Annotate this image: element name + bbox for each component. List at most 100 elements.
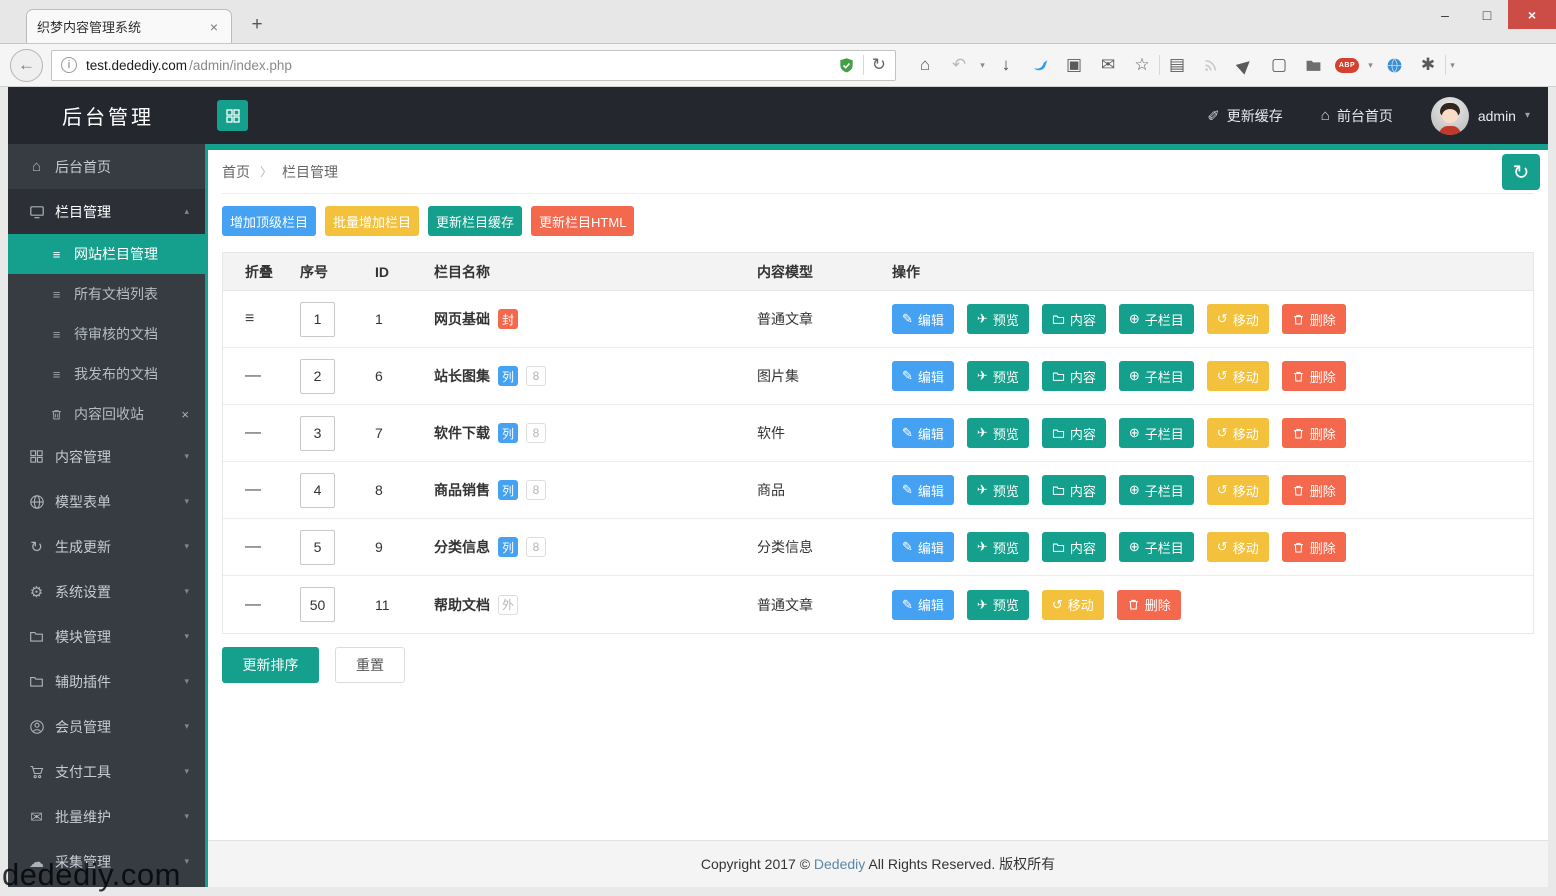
sidebar-item-batch[interactable]: ✉ 批量维护 ▾ [8, 794, 205, 839]
collapse-icon[interactable]: — [245, 596, 261, 613]
preview-button[interactable]: ✈预览 [967, 304, 1029, 334]
adblock-icon[interactable]: ABP [1330, 58, 1364, 73]
star-icon[interactable]: ☆ [1125, 55, 1159, 75]
content-button[interactable]: 内容 [1042, 418, 1106, 448]
edit-button[interactable]: ✎编辑 [892, 475, 954, 505]
browser-tab[interactable]: 织梦内容管理系统 × [26, 9, 232, 43]
sidebar-item-generate[interactable]: ↻ 生成更新 ▾ [8, 524, 205, 569]
undo-dropdown-icon[interactable]: ▾ [976, 60, 989, 71]
refresh-cache-link[interactable]: ✐ 更新缓存 [1207, 106, 1283, 126]
window-maximize-button[interactable]: □ [1466, 0, 1508, 29]
sidebar-item-system-settings[interactable]: ⚙ 系统设置 ▾ [8, 569, 205, 614]
order-input[interactable] [300, 473, 335, 508]
new-tab-button[interactable]: + [242, 14, 272, 36]
rss-icon[interactable] [1194, 57, 1228, 73]
sidebar-item-members[interactable]: 会员管理 ▾ [8, 704, 205, 749]
collapse-icon[interactable]: — [245, 481, 261, 498]
send-icon[interactable]: ▶ [1228, 55, 1262, 75]
sidebar-item-pending-docs[interactable]: ≡ 待审核的文档 [8, 314, 205, 354]
sidebar-item-my-docs[interactable]: ≡ 我发布的文档 [8, 354, 205, 394]
delete-button[interactable]: 删除 [1282, 475, 1346, 505]
preview-button[interactable]: ✈预览 [967, 361, 1029, 391]
clipboard-icon[interactable]: ▤ [1160, 55, 1194, 75]
subcolumn-button[interactable]: ⊕子栏目 [1119, 418, 1194, 448]
mail-icon[interactable]: ✉ [1091, 55, 1125, 75]
move-button[interactable]: ↺移动 [1207, 532, 1269, 562]
order-input[interactable] [300, 302, 335, 337]
column-name[interactable]: 分类信息 [434, 537, 490, 557]
add-top-column-button[interactable]: 增加顶级栏目 [222, 206, 316, 236]
move-button[interactable]: ↺移动 [1207, 418, 1269, 448]
dictionary-icon[interactable]: ▣ [1057, 55, 1091, 75]
sidebar-item-all-docs[interactable]: ≡ 所有文档列表 [8, 274, 205, 314]
close-icon[interactable]: × [181, 407, 189, 422]
content-button[interactable]: 内容 [1042, 532, 1106, 562]
content-button[interactable]: 内容 [1042, 361, 1106, 391]
sidebar-item-recycle-bin[interactable]: 内容回收站 × [8, 394, 205, 434]
column-name[interactable]: 软件下载 [434, 423, 490, 443]
collapse-icon[interactable]: — [245, 538, 261, 555]
delete-button[interactable]: 删除 [1282, 304, 1346, 334]
order-input[interactable] [300, 359, 335, 394]
move-button[interactable]: ↺移动 [1207, 475, 1269, 505]
column-name[interactable]: 帮助文档 [434, 595, 490, 615]
tab-close-icon[interactable]: × [207, 19, 221, 35]
delete-button[interactable]: 删除 [1282, 532, 1346, 562]
breadcrumb-home[interactable]: 首页 [222, 162, 250, 182]
subcolumn-button[interactable]: ⊕子栏目 [1119, 475, 1194, 505]
apps-grid-button[interactable] [217, 100, 248, 131]
edit-button[interactable]: ✎编辑 [892, 361, 954, 391]
drag-handle-icon[interactable]: ≡ [245, 310, 254, 327]
collapse-icon[interactable]: — [245, 424, 261, 441]
edit-button[interactable]: ✎编辑 [892, 590, 954, 620]
edit-button[interactable]: ✎编辑 [892, 304, 954, 334]
back-button[interactable]: ← [10, 49, 43, 82]
footer-brand-link[interactable]: Dedediy [814, 856, 865, 872]
preview-button[interactable]: ✈预览 [967, 475, 1029, 505]
content-button[interactable]: 内容 [1042, 304, 1106, 334]
edit-button[interactable]: ✎编辑 [892, 532, 954, 562]
column-name[interactable]: 网页基础 [434, 309, 490, 329]
undo-icon[interactable]: ↶ [942, 55, 976, 75]
window-minimize-button[interactable]: – [1424, 0, 1466, 29]
subcolumn-button[interactable]: ⊕子栏目 [1119, 304, 1194, 334]
subcolumn-button[interactable]: ⊕子栏目 [1119, 361, 1194, 391]
update-column-cache-button[interactable]: 更新栏目缓存 [428, 206, 522, 236]
collapse-icon[interactable]: — [245, 367, 261, 384]
download-icon[interactable]: ↓ [989, 55, 1023, 75]
column-name[interactable]: 站长图集 [434, 366, 490, 386]
delete-button[interactable]: 删除 [1117, 590, 1181, 620]
reload-icon[interactable]: ↻ [872, 55, 886, 75]
url-bar[interactable]: i test.dedediy.com /admin/index.php ↻ [51, 50, 896, 81]
sidebar-item-column-mgmt[interactable]: 栏目管理 ▴ [8, 189, 205, 234]
shield-icon[interactable] [838, 57, 855, 74]
home-icon[interactable]: ⌂ [908, 55, 942, 75]
user-menu[interactable]: admin ▾ [1431, 97, 1530, 135]
preview-button[interactable]: ✈预览 [967, 590, 1029, 620]
refresh-button[interactable]: ↻ [1502, 154, 1540, 190]
sidebar-item-site-columns[interactable]: ≡ 网站栏目管理 [8, 234, 205, 274]
sidebar-item-payment[interactable]: 支付工具 ▾ [8, 749, 205, 794]
window-close-button[interactable]: × [1508, 0, 1556, 29]
edit-button[interactable]: ✎编辑 [892, 418, 954, 448]
order-input[interactable] [300, 587, 335, 622]
globe-icon[interactable] [1377, 57, 1411, 74]
info-icon[interactable]: i [61, 57, 77, 73]
preview-button[interactable]: ✈预览 [967, 532, 1029, 562]
sidebar-item-dashboard[interactable]: ⌂ 后台首页 [8, 144, 205, 189]
move-button[interactable]: ↺移动 [1207, 361, 1269, 391]
adblock-dropdown-icon[interactable]: ▾ [1364, 60, 1377, 71]
column-name[interactable]: 商品销售 [434, 480, 490, 500]
reset-button[interactable]: 重置 [335, 647, 405, 683]
delete-button[interactable]: 删除 [1282, 418, 1346, 448]
sidebar-item-plugins[interactable]: 辅助插件 ▾ [8, 659, 205, 704]
order-input[interactable] [300, 416, 335, 451]
front-home-link[interactable]: ⌂ 前台首页 [1321, 106, 1393, 126]
window-panel-icon[interactable]: ▢ [1262, 55, 1296, 75]
sidebar-item-module-mgmt[interactable]: 模块管理 ▾ [8, 614, 205, 659]
update-order-button[interactable]: 更新排序 [222, 647, 319, 683]
batch-add-column-button[interactable]: 批量增加栏目 [325, 206, 419, 236]
order-input[interactable] [300, 530, 335, 565]
move-button[interactable]: ↺移动 [1207, 304, 1269, 334]
preview-button[interactable]: ✈预览 [967, 418, 1029, 448]
